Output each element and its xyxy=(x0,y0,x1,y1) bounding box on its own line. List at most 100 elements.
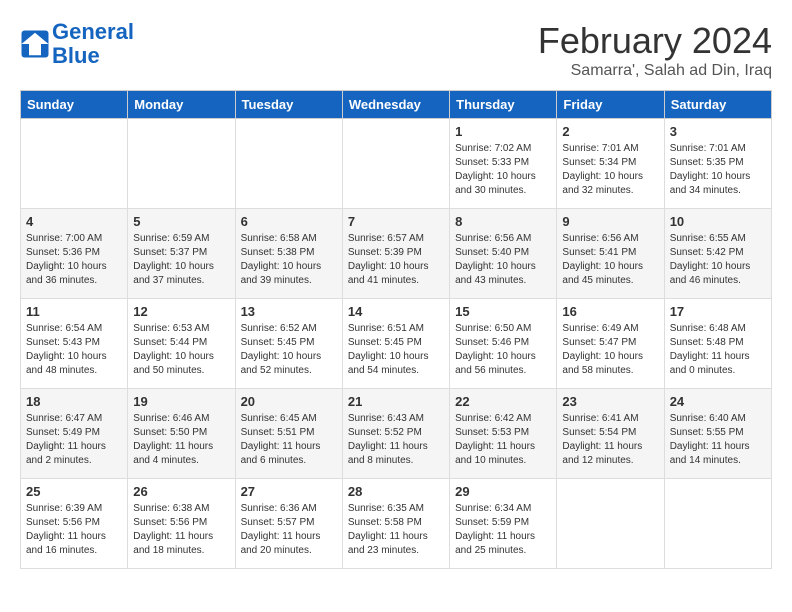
day-info: Sunrise: 7:02 AM Sunset: 5:33 PM Dayligh… xyxy=(455,142,551,198)
column-header-friday: Friday xyxy=(557,91,664,119)
calendar-cell: 17 Sunrise: 6:48 AM Sunset: 5:48 PM Dayli… xyxy=(664,299,771,389)
calendar-cell xyxy=(128,119,235,209)
calendar-cell xyxy=(664,479,771,569)
day-info: Sunrise: 6:58 AM Sunset: 5:38 PM Dayligh… xyxy=(241,232,337,288)
day-number: 8 xyxy=(455,214,551,229)
day-number: 15 xyxy=(455,304,551,319)
calendar-cell: 9Sunrise: 6:56 AM Sunset: 5:41 PM Daylig… xyxy=(557,209,664,299)
day-info: Sunrise: 6:52 AM Sunset: 5:45 PM Dayligh… xyxy=(241,322,337,378)
day-info: Sunrise: 6:51 AM Sunset: 5:45 PM Dayligh… xyxy=(348,322,444,378)
calendar-cell xyxy=(342,119,449,209)
day-number: 13 xyxy=(241,304,337,319)
calendar-cell: 11 Sunrise: 6:54 AM Sunset: 5:43 PM Dayli… xyxy=(21,299,128,389)
day-number: 6 xyxy=(241,214,337,229)
day-number: 18 xyxy=(26,394,122,409)
calendar-cell: 27 Sunrise: 6:36 AM Sunset: 5:57 PM Dayli… xyxy=(235,479,342,569)
day-info: Sunrise: 6:41 AM Sunset: 5:54 PM Dayligh… xyxy=(562,412,658,468)
day-number: 24 xyxy=(670,394,766,409)
logo-text: GeneralBlue xyxy=(52,20,134,68)
day-number: 22 xyxy=(455,394,551,409)
day-number: 23 xyxy=(562,394,658,409)
day-info: Sunrise: 6:34 AM Sunset: 5:59 PM Dayligh… xyxy=(455,502,551,558)
day-number: 4 xyxy=(26,214,122,229)
day-number: 17 xyxy=(670,304,766,319)
calendar-cell: 25 Sunrise: 6:39 AM Sunset: 5:56 PM Dayli… xyxy=(21,479,128,569)
day-info: Sunrise: 6:39 AM Sunset: 5:56 PM Dayligh… xyxy=(26,502,122,558)
day-info: Sunrise: 6:36 AM Sunset: 5:57 PM Dayligh… xyxy=(241,502,337,558)
logo-icon xyxy=(20,29,50,59)
day-info: Sunrise: 7:01 AM Sunset: 5:34 PM Dayligh… xyxy=(562,142,658,198)
column-header-thursday: Thursday xyxy=(450,91,557,119)
calendar-week-row: 4Sunrise: 7:00 AM Sunset: 5:36 PM Daylig… xyxy=(21,209,772,299)
day-number: 25 xyxy=(26,484,122,499)
calendar-cell xyxy=(235,119,342,209)
calendar-cell: 12Sunrise: 6:53 AM Sunset: 5:44 PM Dayli… xyxy=(128,299,235,389)
column-header-saturday: Saturday xyxy=(664,91,771,119)
calendar-cell: 14 Sunrise: 6:51 AM Sunset: 5:45 PM Dayli… xyxy=(342,299,449,389)
day-number: 5 xyxy=(133,214,229,229)
column-header-wednesday: Wednesday xyxy=(342,91,449,119)
day-info: Sunrise: 6:47 AM Sunset: 5:49 PM Dayligh… xyxy=(26,412,122,468)
day-number: 19 xyxy=(133,394,229,409)
day-number: 21 xyxy=(348,394,444,409)
day-info: Sunrise: 6:46 AM Sunset: 5:50 PM Dayligh… xyxy=(133,412,229,468)
column-header-tuesday: Tuesday xyxy=(235,91,342,119)
day-info: Sunrise: 6:48 AM Sunset: 5:48 PM Dayligh… xyxy=(670,322,766,378)
calendar-week-row: 25 Sunrise: 6:39 AM Sunset: 5:56 PM Dayli… xyxy=(21,479,772,569)
day-info: Sunrise: 6:53 AM Sunset: 5:44 PM Dayligh… xyxy=(133,322,229,378)
day-info: Sunrise: 6:54 AM Sunset: 5:43 PM Dayligh… xyxy=(26,322,122,378)
calendar-cell: 20Sunrise: 6:45 AM Sunset: 5:51 PM Dayli… xyxy=(235,389,342,479)
day-info: Sunrise: 6:57 AM Sunset: 5:39 PM Dayligh… xyxy=(348,232,444,288)
day-number: 3 xyxy=(670,124,766,139)
calendar-cell: 15 Sunrise: 6:50 AM Sunset: 5:46 PM Dayli… xyxy=(450,299,557,389)
day-info: Sunrise: 6:59 AM Sunset: 5:37 PM Dayligh… xyxy=(133,232,229,288)
month-title: February 2024 xyxy=(538,20,772,62)
calendar-cell: 28 Sunrise: 6:35 AM Sunset: 5:58 PM Dayli… xyxy=(342,479,449,569)
day-info: Sunrise: 6:42 AM Sunset: 5:53 PM Dayligh… xyxy=(455,412,551,468)
day-number: 27 xyxy=(241,484,337,499)
title-block: February 2024 Samarra', Salah ad Din, Ir… xyxy=(538,20,772,80)
day-number: 7 xyxy=(348,214,444,229)
calendar-cell xyxy=(21,119,128,209)
day-info: Sunrise: 6:50 AM Sunset: 5:46 PM Dayligh… xyxy=(455,322,551,378)
column-header-sunday: Sunday xyxy=(21,91,128,119)
calendar-cell: 7 Sunrise: 6:57 AM Sunset: 5:39 PM Daylig… xyxy=(342,209,449,299)
calendar-cell: 4Sunrise: 7:00 AM Sunset: 5:36 PM Daylig… xyxy=(21,209,128,299)
day-number: 29 xyxy=(455,484,551,499)
calendar-week-row: 1 Sunrise: 7:02 AM Sunset: 5:33 PM Daylig… xyxy=(21,119,772,209)
day-number: 16 xyxy=(562,304,658,319)
logo: GeneralBlue xyxy=(20,20,134,68)
day-number: 2 xyxy=(562,124,658,139)
column-header-monday: Monday xyxy=(128,91,235,119)
day-info: Sunrise: 6:56 AM Sunset: 5:41 PM Dayligh… xyxy=(562,232,658,288)
calendar-cell: 8 Sunrise: 6:56 AM Sunset: 5:40 PM Daylig… xyxy=(450,209,557,299)
calendar-cell: 16 Sunrise: 6:49 AM Sunset: 5:47 PM Dayli… xyxy=(557,299,664,389)
day-number: 11 xyxy=(26,304,122,319)
day-info: Sunrise: 6:35 AM Sunset: 5:58 PM Dayligh… xyxy=(348,502,444,558)
calendar-week-row: 18 Sunrise: 6:47 AM Sunset: 5:49 PM Dayli… xyxy=(21,389,772,479)
calendar-cell: 18 Sunrise: 6:47 AM Sunset: 5:49 PM Dayli… xyxy=(21,389,128,479)
calendar-cell: 29 Sunrise: 6:34 AM Sunset: 5:59 PM Dayli… xyxy=(450,479,557,569)
day-info: Sunrise: 6:55 AM Sunset: 5:42 PM Dayligh… xyxy=(670,232,766,288)
page-header: GeneralBlue February 2024 Samarra', Sala… xyxy=(20,20,772,80)
day-number: 1 xyxy=(455,124,551,139)
calendar-cell: 2 Sunrise: 7:01 AM Sunset: 5:34 PM Daylig… xyxy=(557,119,664,209)
calendar-cell: 26Sunrise: 6:38 AM Sunset: 5:56 PM Dayli… xyxy=(128,479,235,569)
calendar-cell xyxy=(557,479,664,569)
calendar-header-row: SundayMondayTuesdayWednesdayThursdayFrid… xyxy=(21,91,772,119)
day-info: Sunrise: 6:49 AM Sunset: 5:47 PM Dayligh… xyxy=(562,322,658,378)
day-number: 14 xyxy=(348,304,444,319)
day-info: Sunrise: 7:01 AM Sunset: 5:35 PM Dayligh… xyxy=(670,142,766,198)
day-number: 28 xyxy=(348,484,444,499)
day-number: 10 xyxy=(670,214,766,229)
calendar-cell: 10 Sunrise: 6:55 AM Sunset: 5:42 PM Dayli… xyxy=(664,209,771,299)
calendar-cell: 21Sunrise: 6:43 AM Sunset: 5:52 PM Dayli… xyxy=(342,389,449,479)
day-info: Sunrise: 6:56 AM Sunset: 5:40 PM Dayligh… xyxy=(455,232,551,288)
calendar-cell: 22 Sunrise: 6:42 AM Sunset: 5:53 PM Dayli… xyxy=(450,389,557,479)
calendar-week-row: 11 Sunrise: 6:54 AM Sunset: 5:43 PM Dayli… xyxy=(21,299,772,389)
day-info: Sunrise: 6:40 AM Sunset: 5:55 PM Dayligh… xyxy=(670,412,766,468)
calendar-cell: 6 Sunrise: 6:58 AM Sunset: 5:38 PM Daylig… xyxy=(235,209,342,299)
calendar-cell: 3 Sunrise: 7:01 AM Sunset: 5:35 PM Daylig… xyxy=(664,119,771,209)
day-info: Sunrise: 6:45 AM Sunset: 5:51 PM Dayligh… xyxy=(241,412,337,468)
calendar-cell: 23 Sunrise: 6:41 AM Sunset: 5:54 PM Dayli… xyxy=(557,389,664,479)
